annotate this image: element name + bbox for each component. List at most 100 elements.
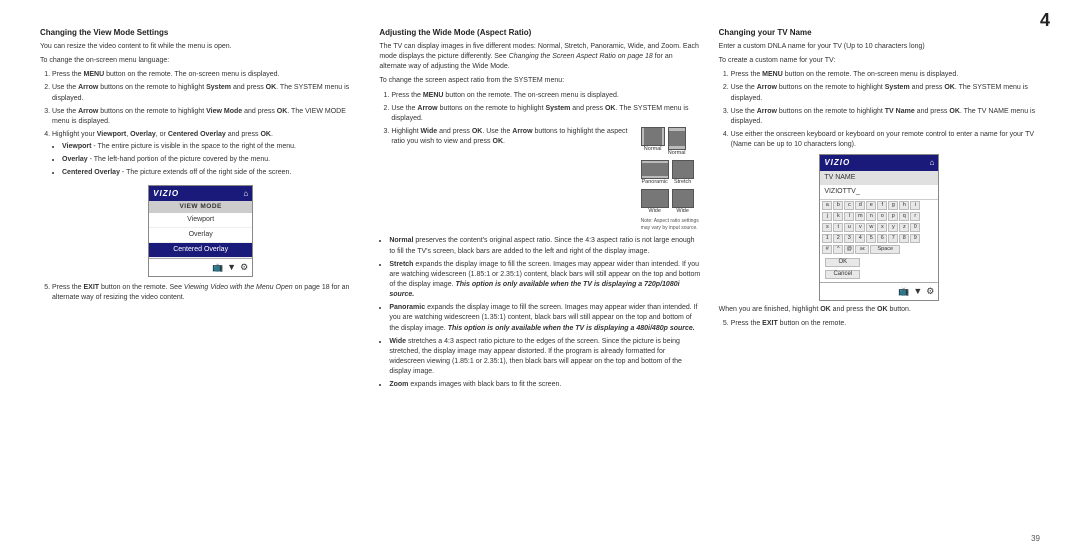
col3-body: Enter a custom DNLA name for your TV (Up… <box>719 42 1040 333</box>
col2-step3: Highlight Wide and press OK. Use the Arr… <box>391 127 700 232</box>
key-q[interactable]: q <box>899 212 909 221</box>
col1-bullet-overlay: Overlay - The left-hand portion of the p… <box>62 155 361 165</box>
aspect-normal: Normal <box>641 127 665 158</box>
key-o[interactable]: o <box>877 212 887 221</box>
col2-bullet-stretch: Stretch expands the display image to fil… <box>389 260 700 301</box>
key-4[interactable]: 4 <box>855 234 865 243</box>
down-arrow-icon: ▼ <box>227 261 236 274</box>
key-7[interactable]: 7 <box>888 234 898 243</box>
kb-row-4: 1 2 3 4 5 6 7 8 9 <box>820 233 938 244</box>
col1-bullets: Viewport - The entire picture is visible… <box>52 142 361 178</box>
col1-step1: Press the MENU button on the remote. The… <box>52 70 361 80</box>
key-u[interactable]: u <box>844 223 854 232</box>
key-b[interactable]: b <box>833 201 843 210</box>
col1-change-lang: To change the on-screen menu language: <box>40 56 361 66</box>
key-i[interactable]: i <box>910 201 920 210</box>
key-l[interactable]: l <box>844 212 854 221</box>
page-number-top: 4 <box>1040 10 1050 31</box>
key-2[interactable]: 2 <box>833 234 843 243</box>
col2-body: The TV can display images in five differ… <box>379 42 700 393</box>
vizio-tv-name-keyboard: VIZIO ⌂ TV NAME VIZIOTTV_ a b c d e f g … <box>819 154 939 301</box>
key-w[interactable]: w <box>866 223 876 232</box>
col3-step4: Use either the onscreen keyboard or keyb… <box>731 130 1040 150</box>
vizio-view-mode-menu: VIZIO ⌂ VIEW MODE Viewport Overlay Cente… <box>148 185 253 277</box>
key-m[interactable]: m <box>855 212 865 221</box>
key-at[interactable]: @ <box>844 245 854 254</box>
key-3[interactable]: 3 <box>844 234 854 243</box>
col3-step5: Press the EXIT button on the remote. <box>731 319 1040 329</box>
col2-bullet-normal: Normal preserves the content's original … <box>389 236 700 256</box>
key-d[interactable]: d <box>855 201 865 210</box>
key-special[interactable]: ö€ <box>855 245 869 254</box>
vizio-kb-header: VIZIO ⌂ <box>820 155 938 171</box>
col3-title: Changing your TV Name <box>719 28 1040 37</box>
key-e[interactable]: e <box>866 201 876 210</box>
key-f[interactable]: f <box>877 201 887 210</box>
key-k[interactable]: k <box>833 212 843 221</box>
col2-change-lang: To change the screen aspect ratio from t… <box>379 76 700 86</box>
menu-item-overlay: Overlay <box>149 228 252 243</box>
key-y[interactable]: y <box>888 223 898 232</box>
col1-step4: Highlight your Viewport, Overlay, or Cen… <box>52 130 361 179</box>
key-p[interactable]: p <box>888 212 898 221</box>
col2-bullet-wide: Wide stretches a 4:3 aspect ratio pictur… <box>389 337 700 378</box>
key-g[interactable]: g <box>888 201 898 210</box>
key-x[interactable]: x <box>877 223 887 232</box>
aspect-panoramic: Panoramic <box>641 160 669 187</box>
aspect-normal2: Normal <box>668 127 686 158</box>
col3-step3: Use the Arrow buttons on the remote to h… <box>731 107 1040 127</box>
col1-title: Changing the View Mode Settings <box>40 28 361 37</box>
key-r[interactable]: r <box>910 212 920 221</box>
key-v[interactable]: v <box>855 223 865 232</box>
key-c[interactable]: c <box>844 201 854 210</box>
col3-steps: Press the MENU button on the remote. The… <box>719 70 1040 150</box>
kb-row-5: # ^ @ ö€ Space <box>820 244 938 255</box>
key-5[interactable]: 5 <box>866 234 876 243</box>
page-content: Changing the View Mode Settings You can … <box>40 28 1040 531</box>
col3-change-lang: To create a custom name for your TV: <box>719 56 1040 66</box>
view-mode-title: VIEW MODE <box>149 201 252 212</box>
col1-step5: Press the EXIT button on the remote. See… <box>52 283 361 303</box>
col2-intro: The TV can display images in five differ… <box>379 42 700 72</box>
col2-bullet-panoramic: Panoramic expands the display image to f… <box>389 303 700 333</box>
key-z[interactable]: z <box>899 223 909 232</box>
kb-row-2: j k l m n o p q r <box>820 211 938 222</box>
menu-item-centered-overlay: Centered Overlay <box>149 243 252 258</box>
col1-steps: Press the MENU button on the remote. The… <box>40 70 361 178</box>
key-hash[interactable]: # <box>822 245 832 254</box>
col2-step2: Use the Arrow buttons on the remote to h… <box>391 104 700 124</box>
key-t[interactable]: t <box>833 223 843 232</box>
vizio-logo: VIZIO <box>153 188 179 200</box>
vizio-header: VIZIO ⌂ <box>149 186 252 202</box>
key-6[interactable]: 6 <box>877 234 887 243</box>
kb-actions: OK Cancel <box>820 255 938 282</box>
key-a[interactable]: a <box>822 201 832 210</box>
key-n[interactable]: n <box>866 212 876 221</box>
col1-step3: Use the Arrow buttons on the remote to h… <box>52 107 361 127</box>
col1-step2: Use the Arrow buttons on the remote to h… <box>52 83 361 103</box>
col1-bullet-viewport: Viewport - The entire picture is visible… <box>62 142 361 152</box>
key-cancel[interactable]: Cancel <box>825 270 860 279</box>
key-ok[interactable]: OK <box>825 258 860 267</box>
kb-tv-icon: 📺 <box>898 285 909 298</box>
col3-step1: Press the MENU button on the remote. The… <box>731 70 1040 80</box>
settings-icon: ⚙ <box>240 261 248 274</box>
key-j[interactable]: j <box>822 212 832 221</box>
col2-bullets: Normal preserves the content's original … <box>379 236 700 390</box>
key-8[interactable]: 8 <box>899 234 909 243</box>
key-space[interactable]: Space <box>870 245 900 254</box>
tv-name-input: VIZIOTTV_ <box>820 185 938 200</box>
key-1[interactable]: 1 <box>822 234 832 243</box>
key-9[interactable]: 9 <box>910 234 920 243</box>
key-h[interactable]: h <box>899 201 909 210</box>
kb-home-icon: ⌂ <box>929 157 934 169</box>
col2-bullet-zoom: Zoom expands images with black bars to f… <box>389 380 700 390</box>
key-s[interactable]: s <box>822 223 832 232</box>
tv-icon: 📺 <box>212 261 223 274</box>
key-0[interactable]: 0 <box>910 223 920 232</box>
aspect-stretch: Stretch <box>672 160 694 187</box>
col1-intro: You can resize the video content to fit … <box>40 42 361 52</box>
col1-step5-list: Press the EXIT button on the remote. See… <box>40 283 361 303</box>
key-caret[interactable]: ^ <box>833 245 843 254</box>
menu-item-viewport: Viewport <box>149 213 252 228</box>
